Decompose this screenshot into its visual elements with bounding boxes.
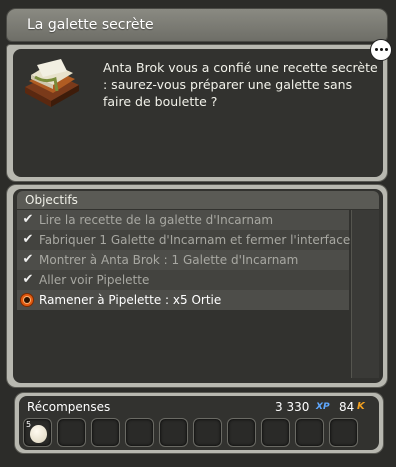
objective-label: Aller voir Pipelette [39, 273, 150, 287]
reward-slot[interactable] [227, 418, 256, 447]
reward-slot[interactable] [329, 418, 358, 447]
description-inner: Anta Brok vous a confié une recette secr… [13, 49, 383, 177]
check-icon: ✔ [22, 272, 34, 287]
kamas-icon: K [357, 401, 365, 412]
objectives-header: Objectifs [17, 191, 379, 209]
description-panel: Anta Brok vous a confié une recette secr… [6, 44, 388, 182]
rewards-panel: Récompenses 3 330 XP 84 K 5 [14, 392, 384, 454]
check-icon: ✔ [22, 212, 34, 227]
objective-label: Montrer à Anta Brok : 1 Galette d'Incarn… [39, 253, 299, 267]
title-bar[interactable]: La galette secrète [6, 8, 388, 42]
objectives-panel: Objectifs ✔ Lire la recette de la galett… [6, 184, 388, 388]
check-icon: ✔ [22, 252, 34, 267]
item-count: 5 [26, 420, 32, 429]
objective-item[interactable]: ✔ Aller voir Pipelette [17, 270, 349, 290]
objective-label: Lire la recette de la galette d'Incarnam [39, 213, 274, 227]
reward-slot[interactable] [295, 418, 324, 447]
objectives-scrollbar[interactable] [351, 210, 379, 378]
reward-slot[interactable] [159, 418, 188, 447]
quest-target-icon [20, 293, 34, 307]
reward-slot[interactable] [193, 418, 222, 447]
objective-item[interactable]: ✔ Fabriquer 1 Galette d'Incarnam et ferm… [17, 230, 351, 250]
kamas-value: 84 [339, 400, 355, 414]
xp-icon: XP [316, 402, 330, 412]
xp-value: 3 330 [275, 400, 310, 414]
check-icon: ✔ [22, 232, 34, 247]
book-icon [25, 59, 79, 107]
reward-slot[interactable] [57, 418, 86, 447]
objective-item[interactable]: ✔ Lire la recette de la galette d'Incarn… [17, 210, 349, 230]
objective-item[interactable]: ✔ Montrer à Anta Brok : 1 Galette d'Inca… [17, 250, 349, 270]
objective-label: Ramener à Pipelette : x5 Ortie [39, 293, 222, 307]
chat-icon[interactable] [370, 39, 392, 61]
reward-slot[interactable] [91, 418, 120, 447]
objective-label: Fabriquer 1 Galette d'Incarnam et fermer… [39, 233, 351, 247]
objective-item-active[interactable]: Ramener à Pipelette : x5 Ortie [17, 290, 349, 310]
rewards-inner: Récompenses 3 330 XP 84 K 5 [19, 396, 379, 450]
objectives-list: ✔ Lire la recette de la galette d'Incarn… [17, 210, 351, 310]
reward-slot[interactable] [261, 418, 290, 447]
egg-item-icon [30, 425, 47, 443]
reward-slot[interactable] [125, 418, 154, 447]
objectives-inner: Objectifs ✔ Lire la recette de la galett… [13, 189, 383, 383]
quest-title: La galette secrète [27, 17, 154, 33]
rewards-label: Récompenses [27, 400, 111, 414]
quest-window: La galette secrète Anta Brok vous a conf… [0, 0, 396, 467]
quest-description: Anta Brok vous a confié une recette secr… [103, 60, 378, 109]
reward-slot[interactable]: 5 [23, 418, 52, 447]
